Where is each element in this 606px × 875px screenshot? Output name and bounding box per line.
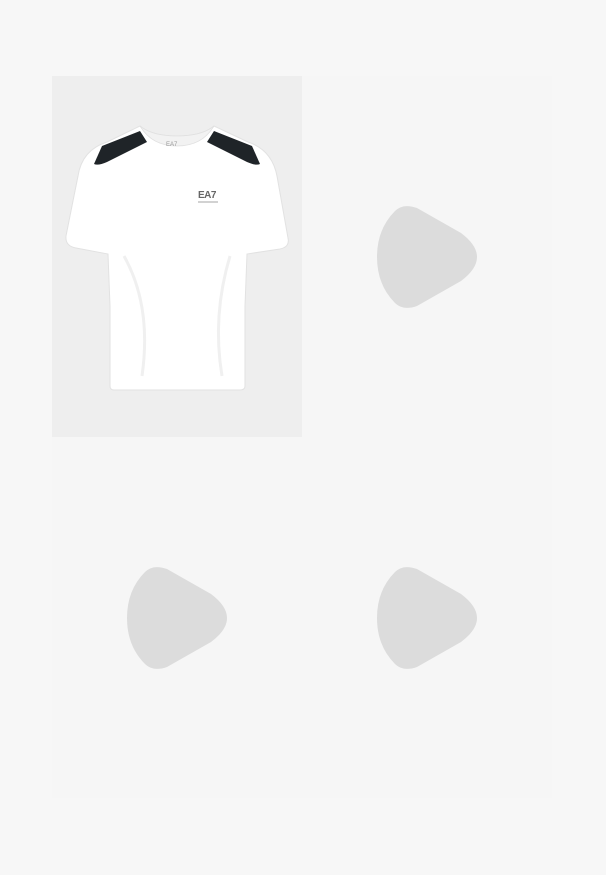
play-triangle-icon xyxy=(377,205,477,308)
product-image-tile[interactable]: EA7 EA7 xyxy=(52,76,302,437)
collar-label: EA7 xyxy=(166,142,178,148)
product-gallery-page: EA7 EA7 xyxy=(0,0,606,875)
image-placeholder-tile[interactable] xyxy=(302,437,552,798)
image-placeholder-tile[interactable] xyxy=(302,76,552,437)
play-triangle-icon xyxy=(377,566,477,669)
image-placeholder-tile[interactable] xyxy=(52,437,302,798)
tshirt-image xyxy=(65,125,289,391)
image-grid: EA7 EA7 xyxy=(52,76,552,798)
brand-logo-text: EA7 xyxy=(198,190,216,201)
play-triangle-icon xyxy=(127,566,227,669)
